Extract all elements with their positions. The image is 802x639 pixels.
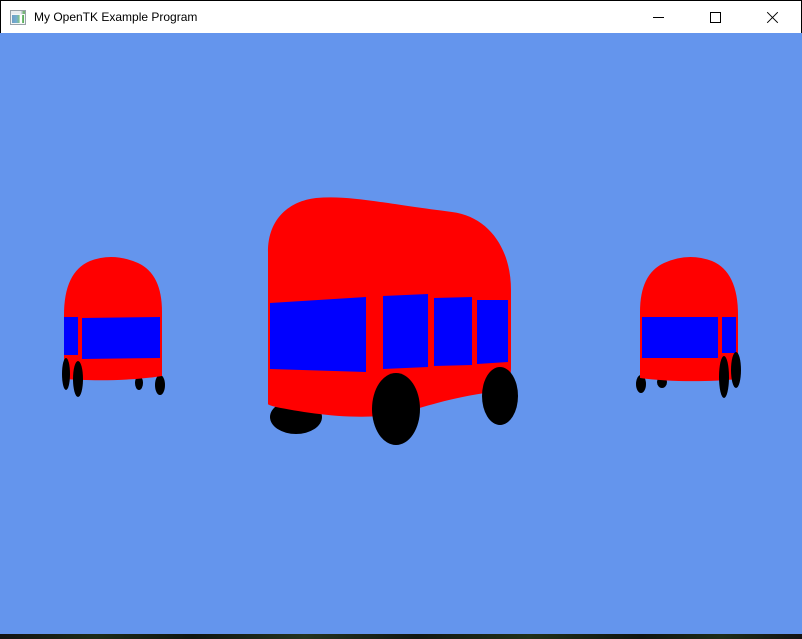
bus-wheel <box>731 352 741 388</box>
bus-window <box>82 317 160 359</box>
bus-window <box>64 317 78 355</box>
caption-buttons <box>630 1 801 33</box>
bus-wheel <box>62 358 70 390</box>
bus-window <box>477 300 508 364</box>
app-window: My OpenTK Example Program <box>0 0 802 639</box>
app-icon-canvas <box>12 15 24 23</box>
minimize-button[interactable] <box>630 1 687 33</box>
bus-wheel <box>73 361 83 397</box>
bus-window <box>270 297 366 372</box>
bus-wheel <box>372 373 420 445</box>
close-icon <box>766 11 779 24</box>
bus-window <box>642 317 718 358</box>
minimize-icon <box>653 17 664 18</box>
bus-window <box>383 294 428 369</box>
desktop-sliver <box>0 634 802 639</box>
maximize-button[interactable] <box>687 1 744 33</box>
bus-wheel <box>719 356 729 398</box>
app-icon[interactable] <box>10 10 26 25</box>
maximize-icon <box>710 12 721 23</box>
close-button[interactable] <box>744 1 801 33</box>
render-viewport <box>0 33 802 634</box>
bus-right <box>636 257 741 398</box>
bus-window <box>434 297 472 366</box>
bus-wheel <box>482 367 518 425</box>
app-icon-titlebar <box>11 11 25 14</box>
bus-wheel <box>155 375 165 395</box>
window-title: My OpenTK Example Program <box>34 1 197 33</box>
bus-window <box>722 317 736 353</box>
bus-left <box>62 257 165 397</box>
title-bar[interactable]: My OpenTK Example Program <box>0 0 802 33</box>
